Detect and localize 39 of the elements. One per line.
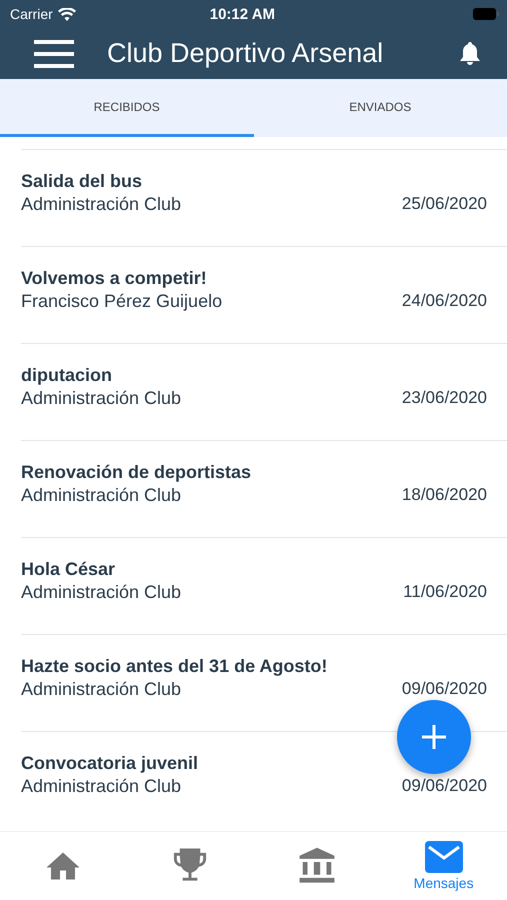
message-sender: Administración Club — [21, 193, 182, 216]
message-row[interactable]: Hola César Administración Club 11/06/2020 — [21, 537, 507, 634]
message-subject: Volvemos a competir! — [21, 267, 208, 289]
message-sender: Administración Club — [21, 484, 182, 507]
message-subject: Convocatoria juvenil — [21, 752, 200, 774]
tab[interactable]: RECIBIDOS — [0, 79, 254, 137]
message-date: 18/06/2020 — [402, 484, 487, 506]
message-date: 24/06/2020 — [402, 290, 487, 312]
message-row[interactable]: Renovación de deportistas Administración Club 18/06/2020 — [21, 440, 507, 537]
message-sender: Administración Club — [21, 387, 182, 410]
message-date: 09/06/2020 — [402, 678, 487, 700]
plus-icon — [421, 724, 447, 750]
compose-button[interactable] — [397, 700, 471, 774]
message-date: 23/06/2020 — [402, 387, 487, 409]
message-sender: Administración Club — [21, 678, 182, 701]
message-row[interactable]: Salida del bus Administración Club 25/06/2020 — [21, 149, 507, 246]
message-sender: Administración Club — [21, 581, 182, 604]
message-date: 09/06/2020 — [402, 775, 487, 797]
message-date: 25/06/2020 — [402, 193, 487, 215]
message-subject: Hola César — [21, 558, 116, 580]
tab[interactable]: ENVIADOS — [254, 79, 507, 137]
tab-bar-item[interactable]: Mensajes — [380, 832, 507, 900]
message-row[interactable]: diputacion Administración Club 23/06/2020 — [21, 343, 507, 440]
battery-icon — [473, 8, 499, 20]
message-subject: Salida del bus — [21, 170, 144, 192]
message-subject: diputacion — [21, 364, 113, 386]
message-date: 11/06/2020 — [403, 581, 487, 603]
message-sender: Francisco Pérez Guijuelo — [21, 290, 222, 313]
clock-time: 10:12 AM — [210, 6, 276, 22]
bell-icon[interactable] — [459, 42, 481, 66]
app-title: Club Deportivo Arsenal — [107, 38, 384, 69]
mail-icon — [424, 841, 463, 873]
wifi-icon — [58, 8, 76, 20]
carrier-label: Carrier — [10, 6, 53, 22]
message-row[interactable]: Volvemos a competir! Francisco Pérez Guijuelo 24/06/2020 — [21, 246, 507, 343]
message-subject: Hazte socio antes del 31 de Agosto! — [21, 655, 328, 677]
message-sender: Administración Club — [21, 775, 182, 798]
message-subject: Renovación de deportistas — [21, 461, 252, 483]
menu-icon[interactable] — [34, 40, 74, 68]
